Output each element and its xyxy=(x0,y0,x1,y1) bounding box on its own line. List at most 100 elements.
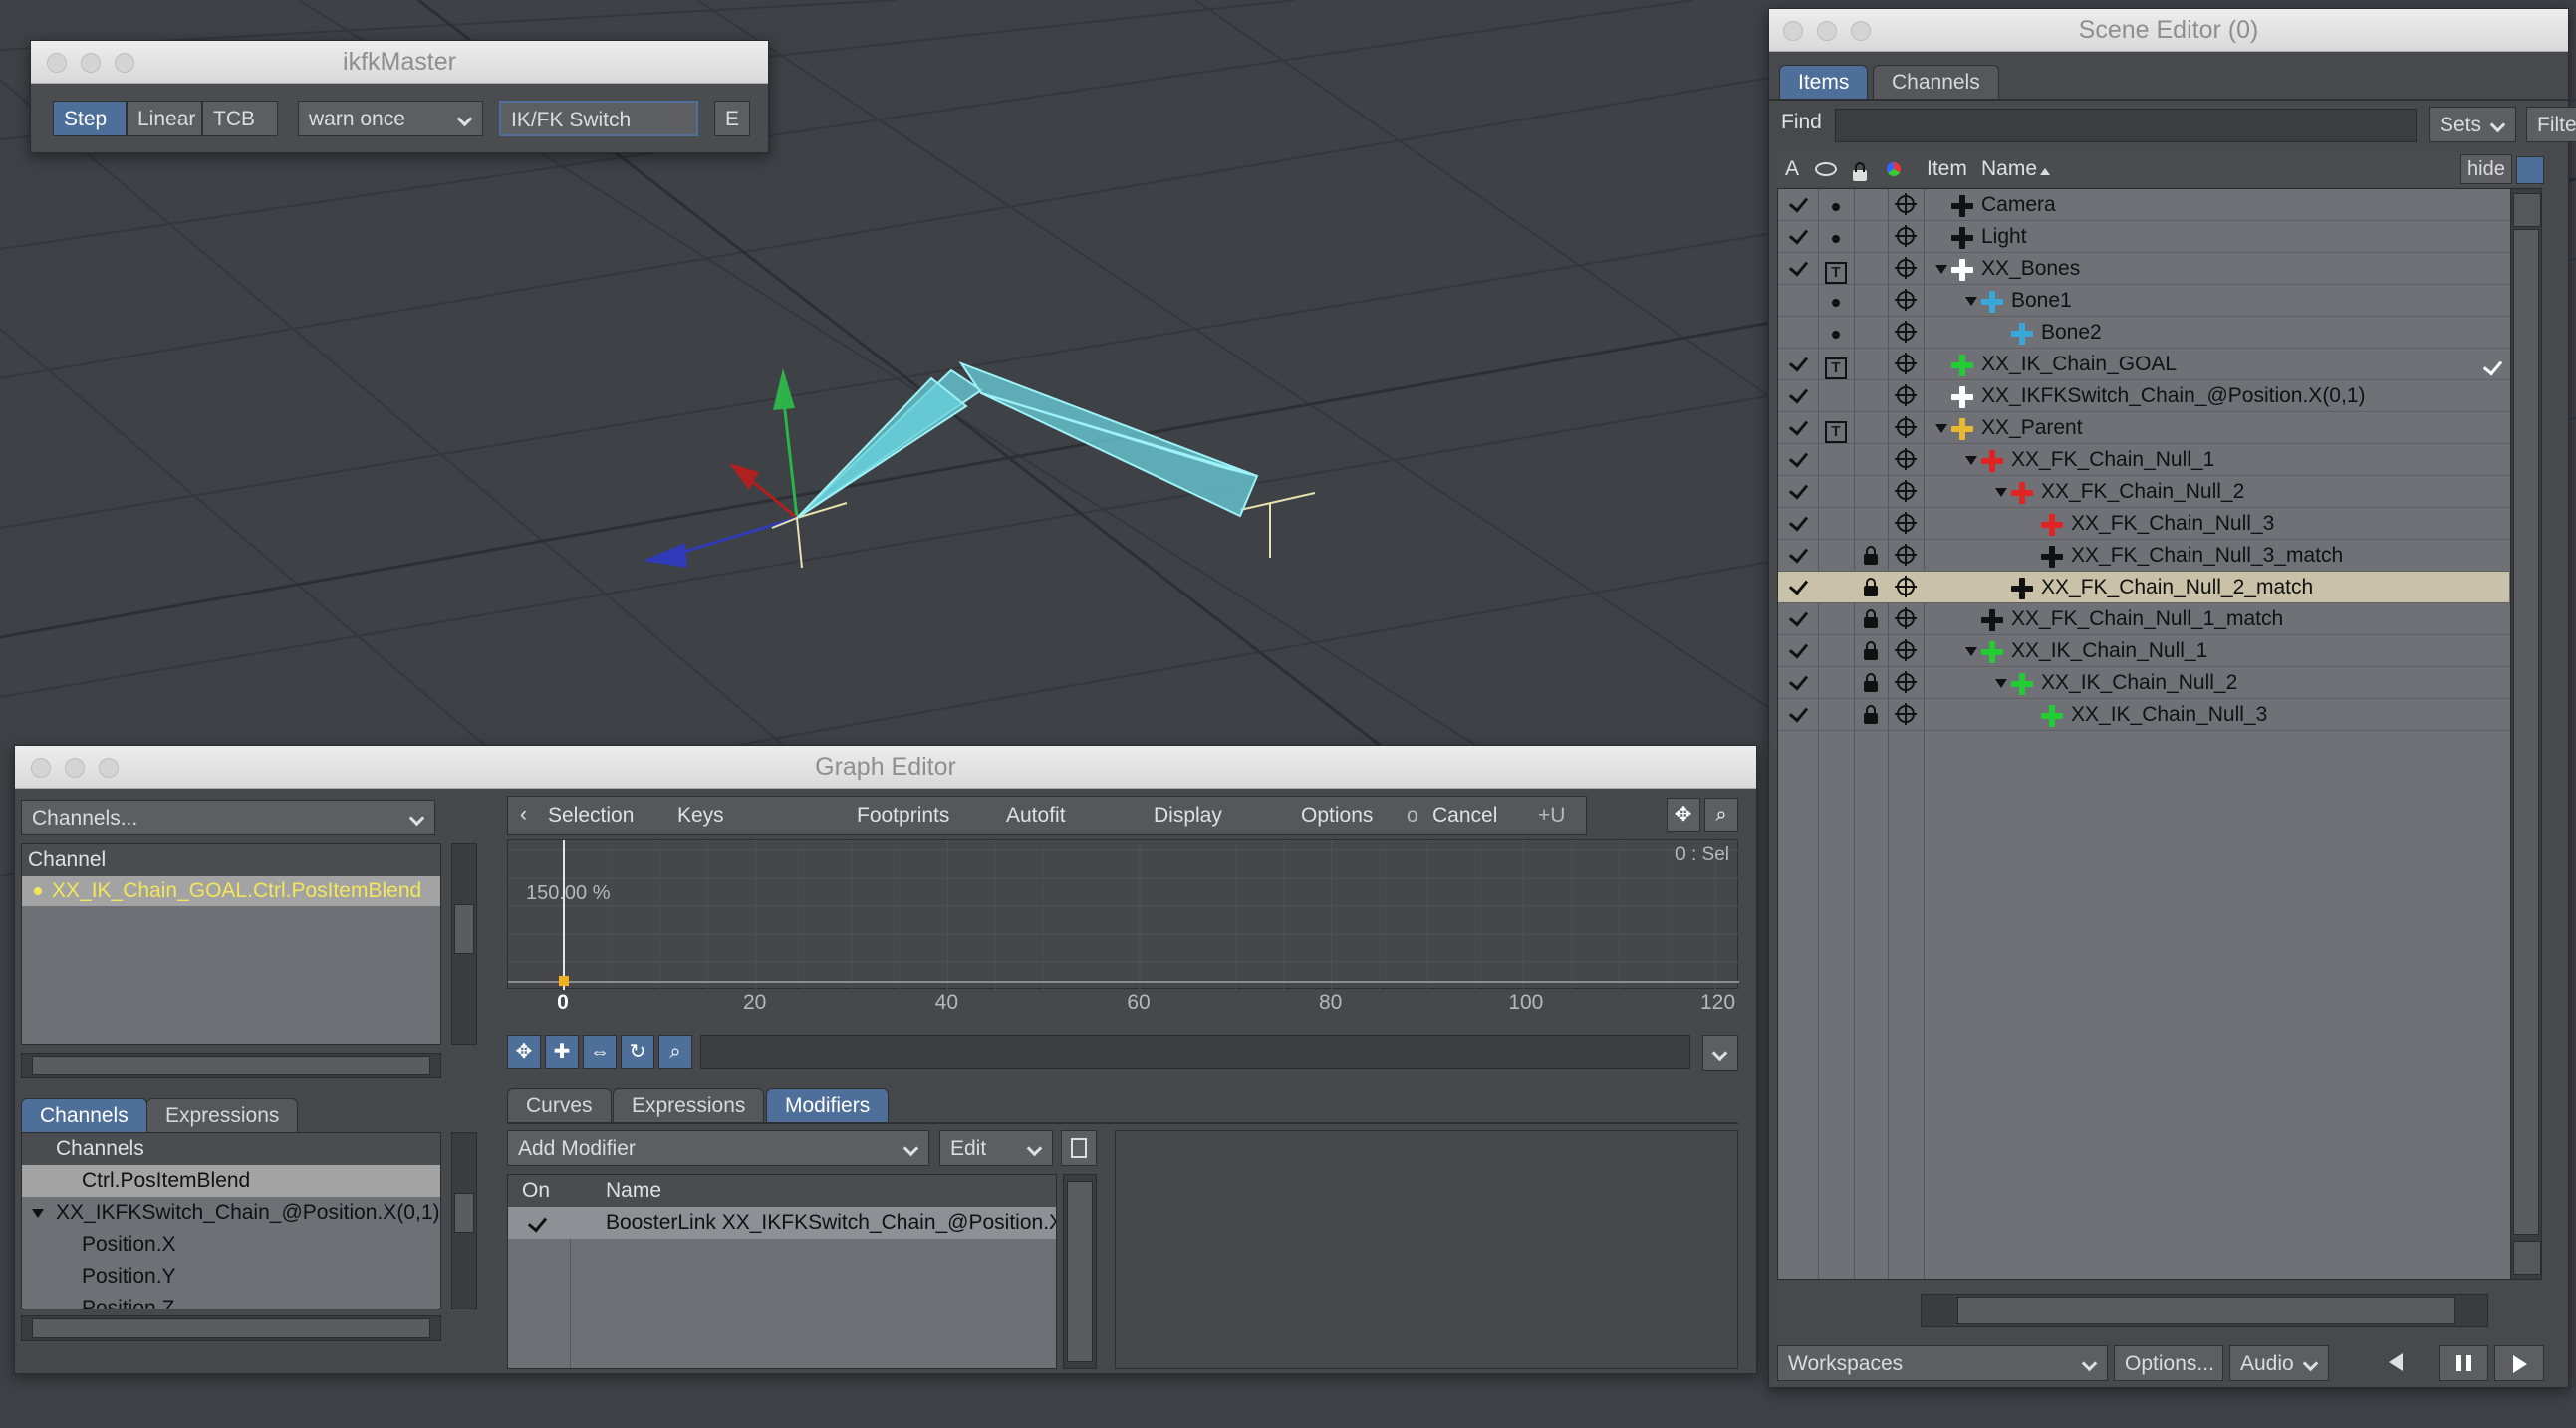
visibility-toggle[interactable] xyxy=(1818,699,1854,731)
scroll-thumb[interactable] xyxy=(2513,229,2539,1235)
active-toggle[interactable] xyxy=(1778,285,1818,317)
active-toggle[interactable] xyxy=(1778,603,1818,635)
target-icon[interactable] xyxy=(1888,699,1924,731)
add-modifier-dropdown[interactable]: Add Modifier xyxy=(507,1130,929,1166)
scene-item-row[interactable]: XX_FK_Chain_Null_2 xyxy=(1778,476,2509,508)
target-icon[interactable] xyxy=(1888,540,1924,572)
tab-channels-left[interactable]: Channels xyxy=(21,1098,147,1132)
clipboard-icon[interactable] xyxy=(1061,1130,1097,1166)
graph-editor-titlebar[interactable]: Graph Editor xyxy=(15,746,1756,789)
footprints-menu[interactable]: Footprints xyxy=(857,804,949,828)
lock-toggle[interactable] xyxy=(1854,380,1888,412)
zoom-tool-icon[interactable]: ⌕ xyxy=(658,1035,692,1069)
play-button[interactable] xyxy=(2494,1345,2544,1381)
expand-icon[interactable] xyxy=(1995,679,2007,688)
lock-toggle[interactable] xyxy=(1854,285,1888,317)
scene-item-row[interactable]: XX_IK_Chain_Null_2 xyxy=(1778,667,2509,699)
filter-dropdown[interactable]: Filter xyxy=(2526,107,2576,142)
modifier-list[interactable]: On Name BoosterLink XX_IKFKSwitch_Chain_… xyxy=(507,1174,1057,1369)
warn-dropdown[interactable]: warn once xyxy=(298,101,483,136)
expand-icon[interactable] xyxy=(1935,424,1947,433)
lock-toggle[interactable] xyxy=(1854,476,1888,508)
sets-dropdown[interactable]: Sets xyxy=(2429,107,2516,142)
channel-row[interactable]: XX_IK_Chain_GOAL.Ctrl.PosItemBlend xyxy=(22,876,440,906)
scene-item-row[interactable]: XX_FK_Chain_Null_3 xyxy=(1778,508,2509,540)
options-menu[interactable]: Options xyxy=(1301,804,1373,828)
scene-list-scrollbar[interactable] xyxy=(2510,188,2542,1280)
expand-icon[interactable] xyxy=(1995,488,2007,497)
target-icon[interactable] xyxy=(1888,412,1924,444)
target-icon[interactable] xyxy=(1888,476,1924,508)
pan-icon[interactable]: ✥ xyxy=(1667,798,1700,832)
pause-button[interactable] xyxy=(2439,1345,2488,1381)
lock-header-icon[interactable] xyxy=(1853,160,1867,184)
scene-item-row[interactable]: T XX_IK_Chain_GOAL xyxy=(1778,349,2509,380)
workspaces-dropdown[interactable]: Workspaces xyxy=(1777,1345,2108,1381)
audio-dropdown[interactable]: Audio xyxy=(2229,1345,2329,1381)
active-toggle[interactable] xyxy=(1778,667,1818,699)
hscroll-thumb[interactable] xyxy=(1957,1297,2455,1324)
lock-toggle[interactable] xyxy=(1854,508,1888,540)
lock-toggle[interactable] xyxy=(1854,572,1888,603)
options-button[interactable]: Options... xyxy=(2114,1345,2223,1381)
visibility-toggle[interactable] xyxy=(1818,317,1854,349)
target-icon[interactable] xyxy=(1888,667,1924,699)
modifier-row[interactable]: BoosterLink XX_IKFKSwitch_Chain_@Positio… xyxy=(508,1207,1056,1239)
lock-toggle[interactable] xyxy=(1854,189,1888,221)
visibility-toggle[interactable] xyxy=(1818,603,1854,635)
expand-icon[interactable] xyxy=(1965,297,1977,306)
tree-row[interactable]: Position.Y xyxy=(22,1261,440,1293)
channel-tree[interactable]: Channels Ctrl.PosItemBlend XX_IKFKSwitch_… xyxy=(21,1132,441,1309)
active-toggle[interactable] xyxy=(1778,253,1818,285)
target-icon[interactable] xyxy=(1888,444,1924,476)
target-icon[interactable] xyxy=(1888,572,1924,603)
display-menu[interactable]: Display xyxy=(1154,804,1222,828)
keys-menu[interactable]: Keys xyxy=(677,804,724,828)
active-toggle[interactable] xyxy=(1778,699,1818,731)
expand-icon[interactable] xyxy=(1935,265,1947,274)
graph-area[interactable]: 150.00 % 0 : Sel xyxy=(507,839,1739,990)
target-icon[interactable] xyxy=(1888,253,1924,285)
tree-row[interactable]: Ctrl.PosItemBlend xyxy=(22,1165,440,1197)
color-icon[interactable] xyxy=(1887,162,1901,176)
active-toggle[interactable] xyxy=(1778,412,1818,444)
channel-hscrollbar[interactable] xyxy=(21,1053,441,1078)
find-input[interactable] xyxy=(1835,109,2417,142)
tcb-button[interactable]: TCB xyxy=(202,101,278,136)
graph-info-field[interactable] xyxy=(700,1035,1690,1069)
visibility-toggle[interactable] xyxy=(1818,380,1854,412)
e-button[interactable]: E xyxy=(714,101,750,136)
tree-row[interactable]: XX_IKFKSwitch_Chain_@Position.X(0,1) xyxy=(22,1197,440,1229)
scene-item-list[interactable]: Camera Light T XX_Bones Bone1 Bone2 T XX_IK_Cha… xyxy=(1777,188,2512,1280)
lock-toggle[interactable] xyxy=(1854,412,1888,444)
visibility-toggle[interactable] xyxy=(1818,444,1854,476)
tree-hscrollbar[interactable] xyxy=(21,1315,441,1341)
tree-row[interactable]: Position.Z xyxy=(22,1293,440,1309)
scene-item-row[interactable]: Bone2 xyxy=(1778,317,2509,349)
cancel-button[interactable]: Cancel xyxy=(1432,804,1497,828)
hide-button[interactable]: hide xyxy=(2460,154,2512,184)
lock-toggle[interactable] xyxy=(1854,444,1888,476)
linear-button[interactable]: Linear xyxy=(127,101,202,136)
lock-toggle[interactable] xyxy=(1854,540,1888,572)
active-toggle[interactable] xyxy=(1778,540,1818,572)
scene-item-row[interactable]: XX_FK_Chain_Null_3_match xyxy=(1778,540,2509,572)
modifier-vscrollbar[interactable] xyxy=(1063,1174,1097,1369)
chevron-left-icon[interactable]: ‹ xyxy=(520,803,527,827)
lock-toggle[interactable] xyxy=(1854,699,1888,731)
header-a[interactable]: A xyxy=(1785,157,1799,181)
expand-icon[interactable] xyxy=(32,1209,44,1218)
eye-icon[interactable] xyxy=(1815,162,1837,176)
active-toggle[interactable] xyxy=(1778,444,1818,476)
target-icon[interactable] xyxy=(1888,508,1924,540)
visibility-toggle[interactable] xyxy=(1818,508,1854,540)
visibility-toggle[interactable]: T xyxy=(1818,349,1854,380)
tree-vscrollbar[interactable] xyxy=(451,1132,477,1309)
layout-icon[interactable] xyxy=(2516,156,2544,184)
scene-item-row[interactable]: T XX_Parent xyxy=(1778,412,2509,444)
move-tool-icon[interactable]: ✥ xyxy=(507,1035,541,1069)
ikfk-switch-button[interactable]: IK/FK Switch xyxy=(499,101,698,136)
scene-item-row[interactable]: XX_IK_Chain_Null_1 xyxy=(1778,635,2509,667)
lock-toggle[interactable] xyxy=(1854,603,1888,635)
scene-editor-titlebar[interactable]: Scene Editor (0) xyxy=(1769,9,2568,52)
